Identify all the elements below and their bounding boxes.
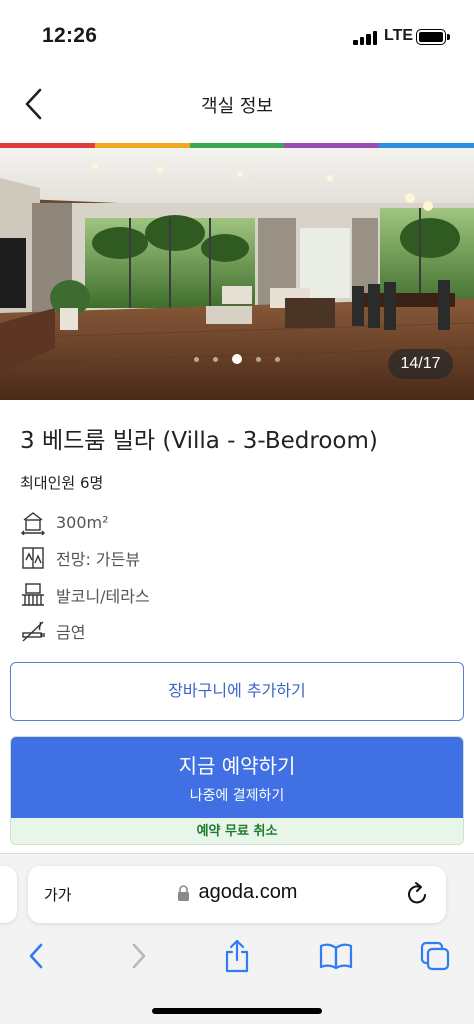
book-now-button[interactable]: 지금 예약하기 나중에 결제하기 [11, 737, 463, 818]
lock-icon [177, 884, 189, 901]
status-bar: 12:26 LTE [0, 0, 474, 72]
nav-header: 객실 정보 [0, 72, 474, 144]
add-to-cart-button[interactable]: 장바구니에 추가하기 [10, 662, 464, 721]
room-title: 3 베드룸 빌라 (Villa - 3-Bedroom) [20, 428, 378, 454]
feature-text: 발코니/테라스 [56, 587, 150, 606]
reload-icon[interactable] [406, 881, 430, 907]
gallery-dot[interactable] [194, 356, 199, 362]
browser-forward-button[interactable] [118, 936, 158, 976]
pay-later-label: 나중에 결제하기 [189, 788, 285, 804]
browser-back-button[interactable] [17, 936, 57, 976]
url-display: agoda.com [28, 881, 446, 904]
max-guests: 최대인원 6명 [20, 474, 104, 492]
network-type-label: LTE [384, 27, 414, 44]
feature-text: 금연 [56, 623, 86, 642]
forward-icon [132, 943, 146, 969]
share-button[interactable] [217, 936, 257, 976]
view-icon [22, 547, 44, 569]
tabs-button[interactable] [415, 936, 455, 976]
previous-tab-preview[interactable] [0, 866, 17, 923]
balcony-icon [22, 583, 44, 606]
cellular-signal-icon [353, 31, 379, 45]
booking-block: 지금 예약하기 나중에 결제하기 예약 무료 취소 [10, 736, 464, 845]
bookmarks-icon [319, 943, 353, 970]
safari-bottom-bar: 가가 agoda.com [0, 853, 474, 1024]
gallery-dot[interactable] [213, 356, 218, 362]
address-bar[interactable]: 가가 agoda.com [28, 866, 446, 923]
book-now-label: 지금 예약하기 [178, 754, 296, 778]
back-icon [29, 943, 43, 969]
page-title: 객실 정보 [201, 96, 273, 117]
feature-balcony: 발코니/테라스 [20, 582, 150, 608]
room-size-icon [21, 512, 45, 535]
home-indicator [152, 1008, 322, 1014]
gallery-dot-active[interactable] [232, 354, 242, 364]
share-icon [225, 939, 249, 973]
status-time: 12:26 [42, 24, 98, 47]
feature-text: 300m² [56, 512, 109, 532]
feature-room-size: 300m² [20, 509, 109, 535]
gallery-dot[interactable] [275, 356, 280, 362]
feature-text: 전망: 가든뷰 [56, 550, 141, 569]
gallery-dot[interactable] [256, 356, 261, 362]
url-text: agoda.com [198, 881, 298, 903]
no-smoking-icon [22, 621, 45, 642]
bookmarks-button[interactable] [316, 936, 356, 976]
tabs-icon [420, 941, 450, 971]
battery-cap [447, 34, 450, 40]
photo-counter-badge: 14/17 [388, 349, 453, 379]
battery-icon [416, 29, 446, 45]
feature-no-smoking: 금연 [20, 618, 85, 644]
safari-toolbar [0, 936, 474, 976]
free-cancellation-banner: 예약 무료 취소 [11, 818, 463, 844]
feature-view: 전망: 가든뷰 [20, 545, 140, 571]
